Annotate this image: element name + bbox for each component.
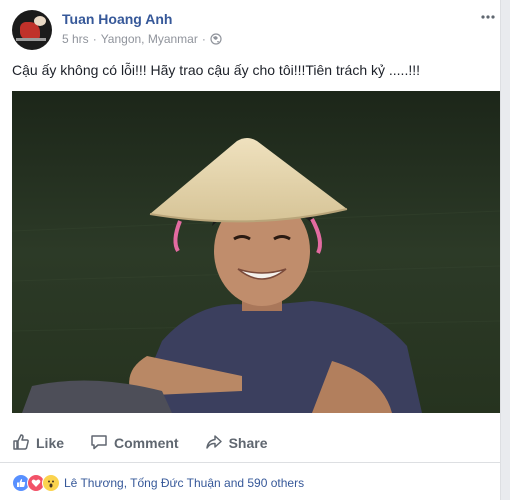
wow-icon — [42, 474, 60, 492]
post-card: Tuan Hoang Anh 5 hrs · Yangon, Myanmar ·… — [0, 0, 501, 500]
share-button[interactable]: Share — [205, 433, 268, 454]
post-photo[interactable] — [12, 91, 500, 413]
comment-bubble-icon — [90, 433, 108, 454]
post-meta: 5 hrs · Yangon, Myanmar · — [62, 32, 222, 46]
comment-button[interactable]: Comment — [90, 433, 179, 454]
divider — [0, 462, 500, 463]
globe-icon[interactable] — [210, 33, 222, 45]
post-actions: Like Comment Share — [12, 432, 488, 454]
reactions-summary[interactable]: Lê Thương, Tống Đức Thuận and 590 others — [64, 476, 304, 490]
post-header: Tuan Hoang Anh 5 hrs · Yangon, Myanmar · — [12, 10, 498, 52]
thumbs-up-icon — [12, 433, 30, 454]
like-button[interactable]: Like — [12, 433, 64, 454]
avatar[interactable] — [12, 10, 52, 50]
meta-separator: · — [92, 32, 97, 46]
post-text: Cậu ấy không có lỗi!!! Hãy trao cậu ấy c… — [12, 62, 421, 78]
share-label: Share — [228, 435, 268, 451]
post-time[interactable]: 5 hrs — [62, 32, 89, 46]
like-label: Like — [36, 435, 65, 451]
author-name[interactable]: Tuan Hoang Anh — [62, 11, 172, 27]
reactions-bar[interactable]: Lê Thương, Tống Đức Thuận and 590 others — [12, 474, 304, 492]
comment-label: Comment — [114, 435, 179, 451]
post-location[interactable]: Yangon, Myanmar — [101, 32, 198, 46]
share-arrow-icon — [205, 433, 223, 454]
meta-separator: · — [201, 32, 206, 46]
more-options-icon[interactable] — [478, 10, 498, 24]
reaction-icons — [12, 474, 60, 492]
